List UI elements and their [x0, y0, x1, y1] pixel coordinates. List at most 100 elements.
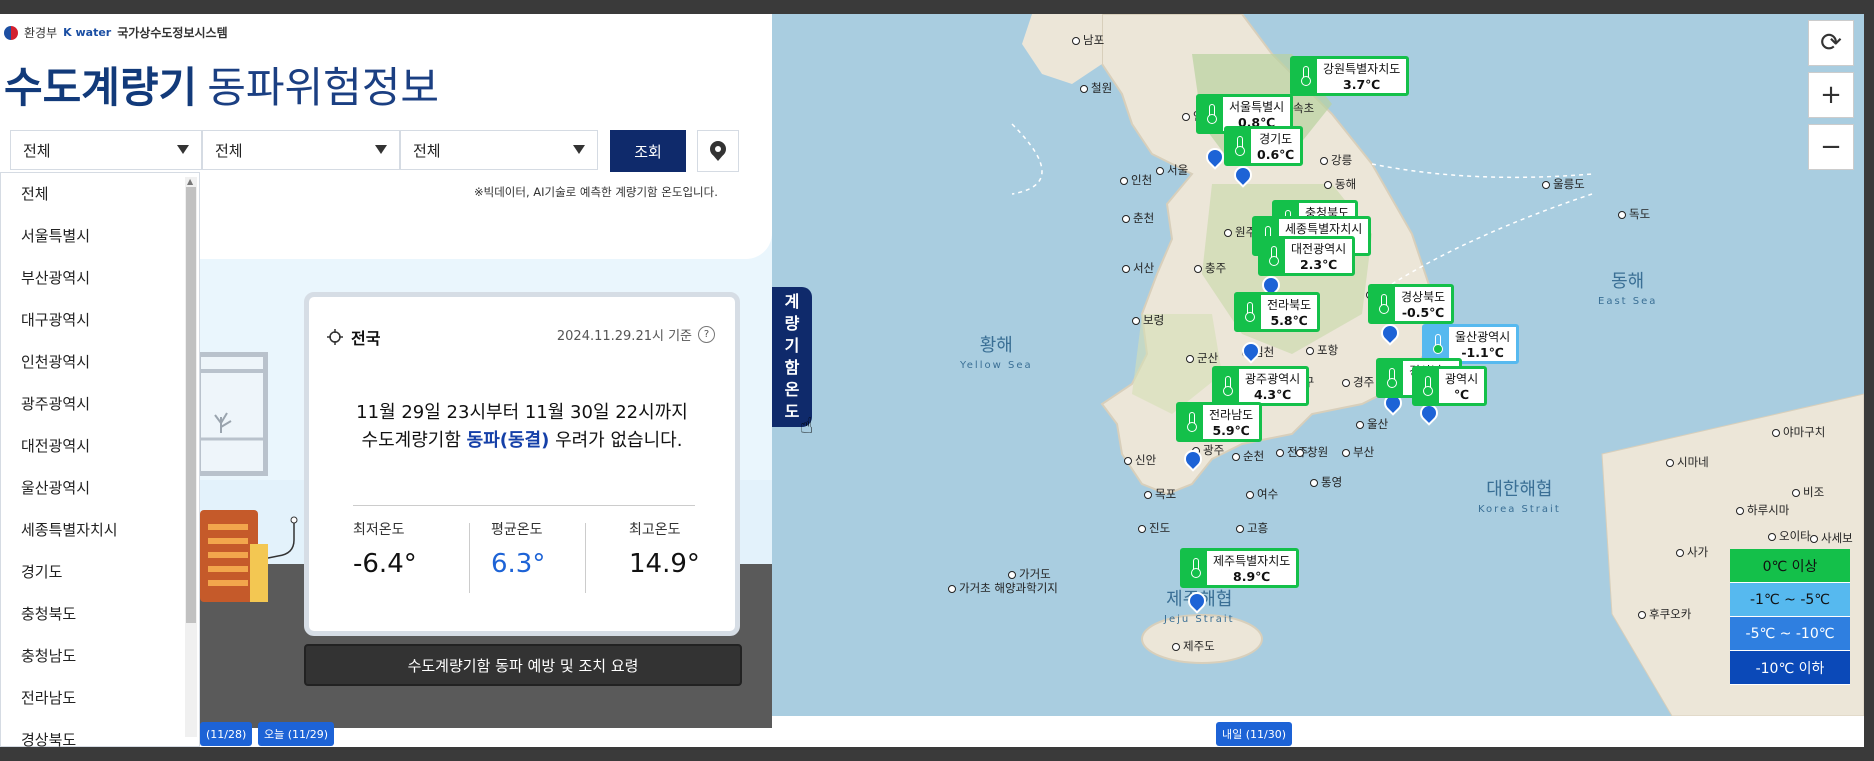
location-button[interactable] [697, 130, 739, 172]
zoom-out-button[interactable]: − [1808, 124, 1854, 170]
dropdown-scrollbar[interactable]: ▲ [185, 177, 197, 737]
region-temp-marker[interactable]: 전라남도 5.9℃ [1176, 402, 1263, 442]
region-select-1-value: 전체 [23, 141, 51, 160]
thermometer-icon [1215, 369, 1239, 403]
dropdown-option[interactable]: 서울특별시 [1, 215, 199, 257]
timeline-bar[interactable]: (11/28) 오늘 (11/29) 내일 (11/30) [200, 722, 1864, 747]
prevention-guide-button[interactable]: 수도계량기함 동파 예방 및 조치 요령 [304, 644, 742, 686]
region-temp-marker[interactable]: 전라북도 5.8℃ [1234, 292, 1321, 332]
stat-separator [585, 523, 586, 593]
map-view[interactable]: 남포철원인제속초강릉동해태백서울인천춘천원주서산충주영주울진울릉도독도보령상주안… [772, 14, 1864, 716]
map-place-name: 동해 [1335, 177, 1357, 191]
city-dot-icon [1194, 264, 1202, 273]
map-place-name: 후쿠오카 [1649, 607, 1692, 621]
logo-row[interactable]: 환경부 K water 국가상수도정보시스템 [4, 24, 228, 41]
map-place-label: 서울 [1156, 162, 1188, 178]
region-temp-marker[interactable]: 경상북도 -0.5℃ [1368, 284, 1455, 324]
map-place-name: 여수 [1257, 487, 1279, 501]
marker-region-name: 강원특별자치도 [1323, 62, 1401, 76]
map-place-name: 가거도 [1019, 567, 1051, 581]
search-button[interactable]: 조회 [610, 130, 686, 172]
marker-temperature: 8.9℃ [1233, 569, 1271, 584]
left-panel: 환경부 K water 국가상수도정보시스템 수도계량기 동파위험정보 전체 전체… [0, 14, 772, 747]
thermometer-icon [1179, 405, 1203, 439]
dropdown-option[interactable]: 울산광역시 [1, 467, 199, 509]
city-dot-icon [1122, 264, 1130, 273]
dropdown-scroll-thumb[interactable] [186, 187, 196, 623]
minus-icon: − [1820, 132, 1842, 162]
city-dot-icon [1768, 532, 1776, 541]
dropdown-option[interactable]: 경기도 [1, 551, 199, 593]
dropdown-option[interactable]: 충청남도 [1, 635, 199, 677]
sea-east-ko: 동해 [1611, 271, 1645, 292]
timeline-chip-today[interactable]: 오늘 (11/29) [258, 722, 335, 746]
sea-jeju-en: Jeju Strait [1164, 614, 1235, 625]
meter-box-temperature-tab[interactable]: 계량기함온도 [772, 287, 812, 427]
map-place-name: 목포 [1155, 487, 1177, 501]
map-place-name: 울릉도 [1553, 177, 1585, 191]
dropdown-option[interactable]: 부산광역시 [1, 257, 199, 299]
city-dot-icon [1186, 354, 1194, 363]
dropdown-option[interactable]: 인천광역시 [1, 341, 199, 383]
avg-temp-value: 6.3° [491, 549, 546, 579]
city-dot-icon [1810, 534, 1818, 543]
scroll-up-icon[interactable]: ▲ [187, 177, 193, 186]
max-temp-label: 최고온도 [629, 522, 681, 538]
region-temp-marker[interactable]: 경기도 0.6℃ [1224, 126, 1304, 166]
marker-text: 울산광역시 -1.1℃ [1449, 327, 1516, 361]
marker-region-name: 전라남도 [1209, 408, 1254, 422]
side-tab-char: 도 [784, 402, 800, 421]
region-temp-marker[interactable]: 광역시 ℃ [1412, 366, 1488, 406]
marker-temperature: 0.6℃ [1257, 147, 1295, 162]
side-tab-char: 량 [784, 314, 800, 333]
dropdown-option[interactable]: 광주광역시 [1, 383, 199, 425]
marker-text: 광역시 ℃ [1439, 369, 1484, 403]
region-select-3[interactable]: 전체 [400, 130, 598, 170]
marker-region-name: 제주특별자치도 [1213, 554, 1291, 568]
region-select-1[interactable]: 전체 [10, 130, 202, 170]
thermometer-icon [1293, 59, 1317, 93]
marker-region-name: 울산광역시 [1455, 330, 1511, 344]
timeline-chip-yesterday[interactable]: (11/28) [200, 722, 253, 746]
dropdown-option[interactable]: 대구광역시 [1, 299, 199, 341]
region-dropdown-list[interactable]: 전체 서울특별시 부산광역시 대구광역시 인천광역시 광주광역시 대전광역시 울산광역시 세종특… [0, 172, 200, 747]
region-temp-marker[interactable]: 강원특별자치도 3.7℃ [1290, 56, 1410, 96]
forecast-card: 전국 2024.11.29.21시 기준 ? 11월 29일 23시부터 11월… [304, 292, 740, 636]
side-tab-char: 기 [784, 336, 800, 355]
map-place-name: 제주도 [1183, 639, 1215, 653]
marker-temperature: 2.3℃ [1299, 257, 1338, 272]
marker-region-name: 경기도 [1259, 132, 1293, 146]
thermometer-icon [1199, 97, 1223, 131]
region-temp-marker[interactable]: 제주특별자치도 8.9℃ [1180, 548, 1300, 588]
region-temp-marker[interactable]: 광주광역시 4.3℃ [1212, 366, 1310, 406]
dropdown-option[interactable]: 전체 [1, 173, 199, 215]
map-place-name: 철원 [1091, 81, 1113, 95]
map-place-label: 진도 [1138, 520, 1170, 536]
system-name: 국가상수도정보시스템 [117, 26, 228, 40]
min-temp-value: -6.4° [353, 549, 417, 579]
region-temp-marker[interactable]: 대전광역시 2.3℃ [1258, 236, 1356, 276]
marker-text: 강원특별자치도 3.7℃ [1317, 59, 1406, 93]
sea-label-east: 동해 East Sea [1598, 272, 1657, 312]
timeline-chip-tomorrow[interactable]: 내일 (11/30) [1216, 722, 1293, 746]
zoom-in-button[interactable]: + [1808, 72, 1854, 118]
city-dot-icon [1132, 316, 1140, 325]
dropdown-option[interactable]: 대전광역시 [1, 425, 199, 467]
city-dot-icon [948, 584, 956, 593]
kwater-logo: K water [63, 26, 112, 39]
dropdown-option[interactable]: 경상북도 [1, 719, 199, 747]
ministry-logo-icon [4, 25, 18, 40]
dropdown-option[interactable]: 세종특별자치시 [1, 509, 199, 551]
city-dot-icon [1792, 488, 1800, 497]
map-place-name: 진도 [1149, 521, 1171, 535]
dropdown-option[interactable]: 충청북도 [1, 593, 199, 635]
sea-east-en: East Sea [1598, 296, 1658, 307]
marker-text: 전라남도 5.9℃ [1203, 405, 1259, 439]
dropdown-option[interactable]: 전라남도 [1, 677, 199, 719]
thermometer-icon [1227, 129, 1251, 163]
illustration-window [196, 352, 268, 476]
help-icon[interactable]: ? [698, 326, 715, 343]
marker-text: 광주광역시 4.3℃ [1239, 369, 1306, 403]
region-select-2[interactable]: 전체 [202, 130, 400, 170]
refresh-button[interactable]: ⟳ [1808, 20, 1854, 66]
